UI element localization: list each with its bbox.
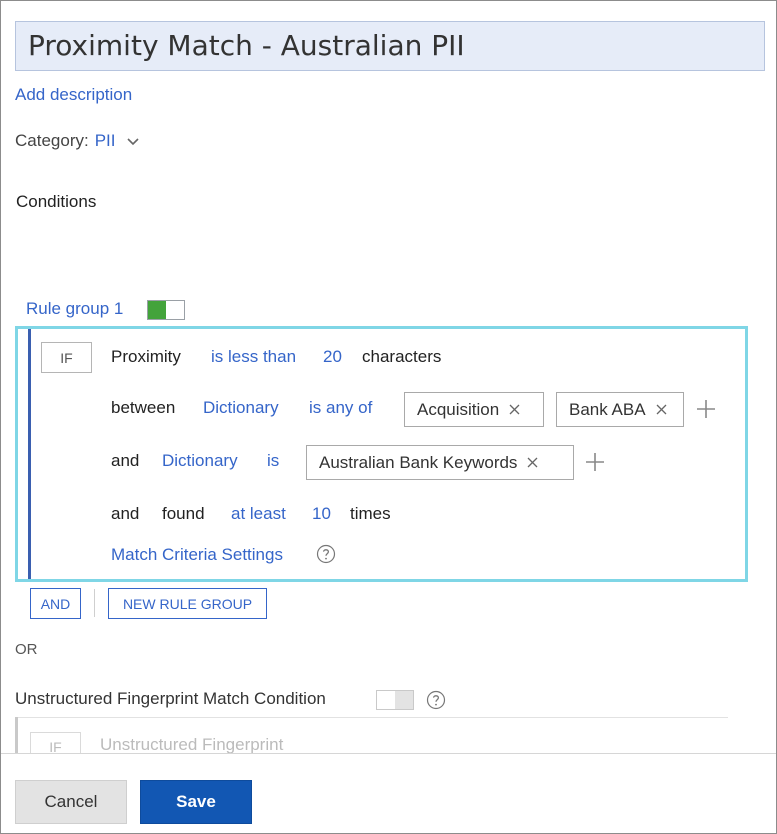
rule-group-toggle[interactable] [147, 300, 185, 320]
count-operator[interactable]: at least [231, 504, 286, 524]
conditions-heading: Conditions [16, 192, 97, 211]
close-icon[interactable] [509, 404, 520, 415]
chip-bank-aba[interactable]: Bank ABA [556, 392, 684, 427]
toggle-off-indicator [395, 691, 413, 709]
count-value[interactable]: 10 [312, 504, 331, 524]
proximity-operator[interactable]: is less than [211, 347, 296, 367]
ufp-box-border [15, 717, 728, 718]
help-icon[interactable] [426, 690, 446, 710]
rule-editor-panel: Proximity Match - Australian PII Add des… [0, 0, 777, 834]
ufp-box-bar [15, 717, 18, 757]
policy-title-input[interactable]: Proximity Match - Australian PII [15, 21, 765, 71]
category-selector[interactable]: Category: PII [15, 131, 140, 151]
ufp-condition-label: Unstructured Fingerprint Match Condition [15, 689, 326, 708]
and-label-2: and [111, 504, 140, 523]
save-button[interactable]: Save [140, 780, 252, 824]
dictionary-source-2[interactable]: Dictionary [162, 451, 238, 471]
chevron-down-icon[interactable] [126, 134, 140, 148]
dictionary-operator-1[interactable]: is any of [309, 398, 372, 418]
dictionary-source-1[interactable]: Dictionary [203, 398, 279, 418]
button-divider [94, 589, 95, 617]
category-label: Category: [15, 131, 89, 150]
toggle-knob [166, 301, 184, 319]
category-value[interactable]: PII [95, 131, 116, 151]
add-dictionary-icon[interactable] [696, 399, 716, 419]
dictionary-operator-2[interactable]: is [267, 451, 279, 471]
chip-acquisition[interactable]: Acquisition [404, 392, 544, 427]
help-icon[interactable] [316, 544, 336, 564]
toggle-on-indicator [148, 301, 166, 319]
or-label: OR [15, 641, 38, 658]
match-criteria-settings-link[interactable]: Match Criteria Settings [111, 545, 283, 565]
close-icon[interactable] [656, 404, 667, 415]
proximity-unit: characters [362, 347, 442, 366]
add-dictionary-icon[interactable] [585, 452, 605, 472]
chip-australian-bank-keywords[interactable]: Australian Bank Keywords [306, 445, 574, 480]
proximity-value[interactable]: 20 [323, 347, 342, 367]
ufp-fingerprint-text: Unstructured Fingerprint [100, 735, 284, 754]
chip-label: Australian Bank Keywords [319, 452, 518, 472]
and-button[interactable]: AND [30, 588, 81, 619]
and-label-1: and [111, 451, 140, 470]
chip-label: Acquisition [417, 399, 500, 419]
rule-group-label[interactable]: Rule group 1 [26, 299, 123, 319]
count-unit: times [350, 504, 391, 523]
rule-group-bar [28, 329, 31, 579]
proximity-label: Proximity [111, 347, 181, 366]
close-icon[interactable] [527, 457, 538, 468]
if-badge: IF [41, 342, 92, 373]
between-label: between [111, 398, 176, 417]
found-label: found [162, 504, 205, 523]
add-description-link[interactable]: Add description [15, 85, 132, 105]
ufp-toggle[interactable] [376, 690, 414, 710]
chip-label: Bank ABA [569, 399, 646, 419]
new-rule-group-button[interactable]: NEW RULE GROUP [108, 588, 267, 619]
toggle-knob [377, 691, 395, 709]
cancel-button[interactable]: Cancel [15, 780, 127, 824]
